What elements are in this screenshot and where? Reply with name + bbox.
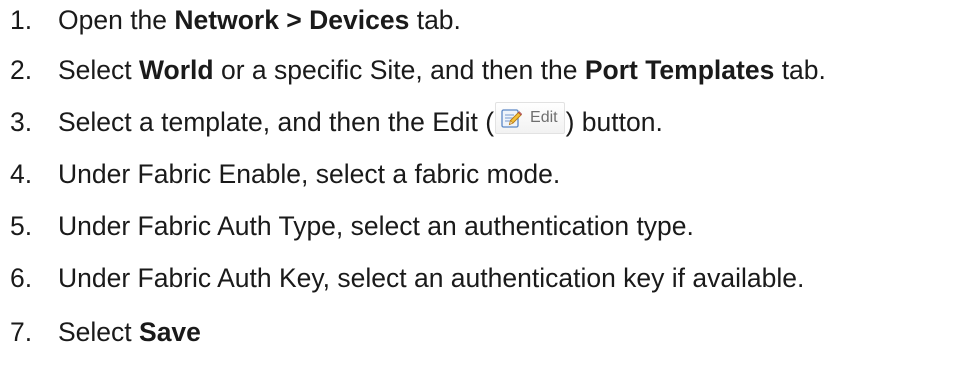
edit-pencil-icon (500, 107, 523, 129)
step-number: 5. (10, 211, 33, 241)
step-number: 2. (10, 55, 33, 85)
edit-button-label: Edit (530, 109, 558, 126)
step-text: Under Fabric Auth Key, select an authent… (58, 263, 805, 293)
menu-path-network-devices: Network > Devices (174, 5, 410, 35)
step-text: Under Fabric Auth Type, select an authen… (58, 211, 694, 241)
step-text: tab. (409, 5, 461, 35)
step-text: Select a template, and then the Edit ( (58, 107, 495, 137)
term-world: World (139, 55, 214, 85)
step-4: 4. Under Fabric Enable, select a fabric m… (0, 154, 560, 194)
step-5: 5. Under Fabric Auth Type, select an auth… (0, 206, 694, 246)
step-3: 3. Select a template, and then the Edit (… (0, 102, 663, 142)
instruction-steps-list: 1. Open the Network > Devices tab. 2. Sele… (0, 0, 960, 368)
edit-button[interactable]: Edit (495, 102, 565, 134)
step-6: 6. Under Fabric Auth Key, select an authe… (0, 258, 804, 298)
step-1: 1. Open the Network > Devices tab. (0, 0, 461, 40)
step-number: 7. (10, 317, 33, 347)
step-text: Open the (58, 5, 175, 35)
step-text: or a specific Site, and then the (213, 55, 585, 85)
step-number: 3. (10, 107, 33, 137)
step-2: 2. Select World or a specific Site, and t… (0, 50, 826, 90)
term-save: Save (139, 317, 201, 347)
tab-port-templates: Port Templates (584, 55, 775, 85)
step-text: Select (58, 317, 140, 347)
step-text: Under Fabric Enable, select a fabric mod… (58, 159, 561, 189)
step-number: 1. (10, 5, 33, 35)
step-text: tab. (774, 55, 826, 85)
step-number: 6. (10, 263, 33, 293)
step-7: 7. Select Save (0, 312, 201, 352)
step-text: Select (58, 55, 140, 85)
step-number: 4. (10, 159, 33, 189)
step-text: ) button. (565, 107, 663, 137)
